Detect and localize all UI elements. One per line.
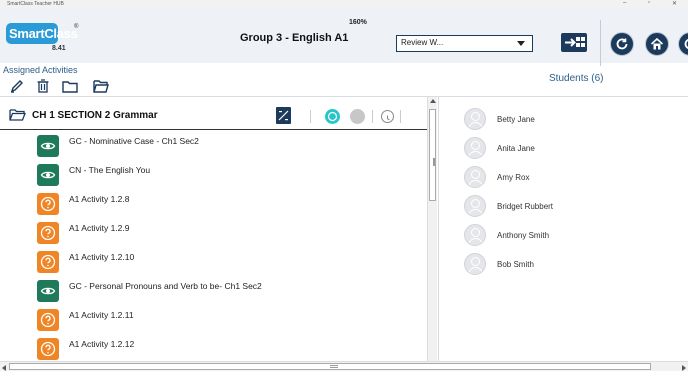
student-row[interactable]: Amy Rox <box>439 159 688 188</box>
assigned-activities-label: Assigned Activities <box>3 65 78 75</box>
student-row[interactable]: Bob Smith <box>439 246 688 275</box>
students-panel: Betty Jane Anita Jane Amy Rox Bridget Rubbe… <box>438 97 688 361</box>
home-button[interactable] <box>645 32 669 56</box>
refresh-button[interactable] <box>610 32 634 56</box>
status-active-icon[interactable] <box>325 109 340 124</box>
chevron-down-icon <box>517 41 525 46</box>
student-row[interactable]: Betty Jane <box>439 101 688 130</box>
extra-header-button[interactable] <box>678 32 688 56</box>
question-icon[interactable] <box>37 222 59 244</box>
activity-row[interactable]: A1 Activity 1.2.10 <box>0 246 427 275</box>
app-window: SmartClass Teacher HUB – ▫ ✕ SmartClass … <box>0 0 688 371</box>
export-button[interactable] <box>561 33 587 52</box>
avatar-icon <box>464 224 486 246</box>
minimize-icon[interactable]: – <box>623 0 626 6</box>
maximize-icon[interactable]: ▫ <box>648 0 650 6</box>
header-divider <box>600 20 601 66</box>
folder-open-icon <box>9 109 26 121</box>
zoom-level: 160% <box>349 19 367 26</box>
student-name: Amy Rox <box>497 173 530 182</box>
activities-panel: CH 1 SECTION 2 Grammar GC - Nominative C… <box>0 97 427 361</box>
student-name: Bridget Rubbert <box>497 202 554 211</box>
scroll-left-icon[interactable] <box>2 365 6 371</box>
student-name: Anita Jane <box>497 144 535 153</box>
close-icon[interactable]: ✕ <box>672 0 677 7</box>
students-count-label: Students (6) <box>549 73 604 84</box>
scroll-right-icon[interactable] <box>682 365 686 371</box>
student-row[interactable]: Anthony Smith <box>439 217 688 246</box>
review-dropdown[interactable]: Review W... <box>396 35 533 52</box>
activity-row[interactable]: A1 Activity 1.2.9 <box>0 217 427 246</box>
question-icon[interactable] <box>37 338 59 360</box>
question-icon[interactable] <box>37 193 59 215</box>
app-version: 8.41 <box>52 45 66 52</box>
folder-icon[interactable] <box>62 79 78 93</box>
group-title: Group 3 - English A1 <box>240 32 349 44</box>
export-icon <box>565 37 585 47</box>
activity-row[interactable]: GC - Nominative Case - Ch1 Sec2 <box>0 130 427 159</box>
scroll-thumb[interactable] <box>429 109 436 201</box>
avatar-icon <box>464 108 486 130</box>
avatar-icon <box>464 137 486 159</box>
refresh-icon <box>684 39 688 49</box>
review-dropdown-value: Review W... <box>401 38 444 47</box>
window-titlebar: SmartClass Teacher HUB – ▫ ✕ <box>0 0 688 8</box>
activity-row[interactable]: GC - Personal Pronouns and Verb to be- C… <box>0 275 427 304</box>
student-name: Betty Jane <box>497 115 535 124</box>
section-title: CH 1 SECTION 2 Grammar <box>32 110 158 121</box>
status-inactive-icon[interactable] <box>350 109 365 124</box>
pencil-icon[interactable] <box>9 79 25 93</box>
calculator-icon[interactable] <box>276 107 291 124</box>
activity-row[interactable]: A1 Activity 1.2.11 <box>0 304 427 333</box>
activity-label: A1 Activity 1.2.9 <box>69 223 130 233</box>
scroll-thumb-horizontal[interactable] <box>9 363 651 370</box>
clock-icon[interactable] <box>381 110 394 123</box>
registered-mark: ® <box>74 24 79 30</box>
question-icon[interactable] <box>37 251 59 273</box>
avatar-icon <box>464 195 486 217</box>
avatar-icon <box>464 166 486 188</box>
student-name: Bob Smith <box>497 260 534 269</box>
student-row[interactable]: Anita Jane <box>439 130 688 159</box>
activity-row[interactable]: CN - The English You <box>0 159 427 188</box>
activity-label: A1 Activity 1.2.12 <box>69 339 135 349</box>
activity-label: A1 Activity 1.2.11 <box>69 310 134 320</box>
trash-icon[interactable] <box>35 79 51 93</box>
section-icon-divider <box>372 110 373 123</box>
smartclass-logo: SmartClass <box>6 23 78 44</box>
vertical-scrollbar[interactable] <box>427 97 437 361</box>
section-header[interactable]: CH 1 SECTION 2 Grammar <box>0 97 427 130</box>
question-icon[interactable] <box>37 309 59 331</box>
student-name: Anthony Smith <box>497 231 550 240</box>
window-title: SmartClass Teacher HUB <box>7 1 64 7</box>
header-bar: SmartClass ® 8.41 160% Group 3 - English… <box>0 8 688 66</box>
section-icon-divider <box>400 110 401 123</box>
refresh-icon <box>616 38 628 50</box>
activity-row[interactable]: A1 Activity 1.2.12 <box>0 333 427 362</box>
eye-icon[interactable] <box>37 280 59 302</box>
horizontal-scrollbar[interactable] <box>0 361 688 371</box>
folder-open-icon[interactable] <box>93 79 109 93</box>
activity-label: GC - Personal Pronouns and Verb to be- C… <box>69 281 262 291</box>
activity-label: A1 Activity 1.2.8 <box>69 194 130 204</box>
activity-row[interactable]: A1 Activity 1.2.8 <box>0 188 427 217</box>
avatar-icon <box>464 253 486 275</box>
student-row[interactable]: Bridget Rubbert <box>439 188 688 217</box>
eye-icon[interactable] <box>37 135 59 157</box>
activity-label: A1 Activity 1.2.10 <box>69 252 135 262</box>
eye-icon[interactable] <box>37 164 59 186</box>
section-icon-divider <box>310 110 311 123</box>
home-icon <box>650 37 664 50</box>
activity-label: GC - Nominative Case - Ch1 Sec2 <box>69 136 199 146</box>
activity-label: CN - The English You <box>69 165 151 175</box>
scroll-up-icon[interactable] <box>430 99 436 103</box>
